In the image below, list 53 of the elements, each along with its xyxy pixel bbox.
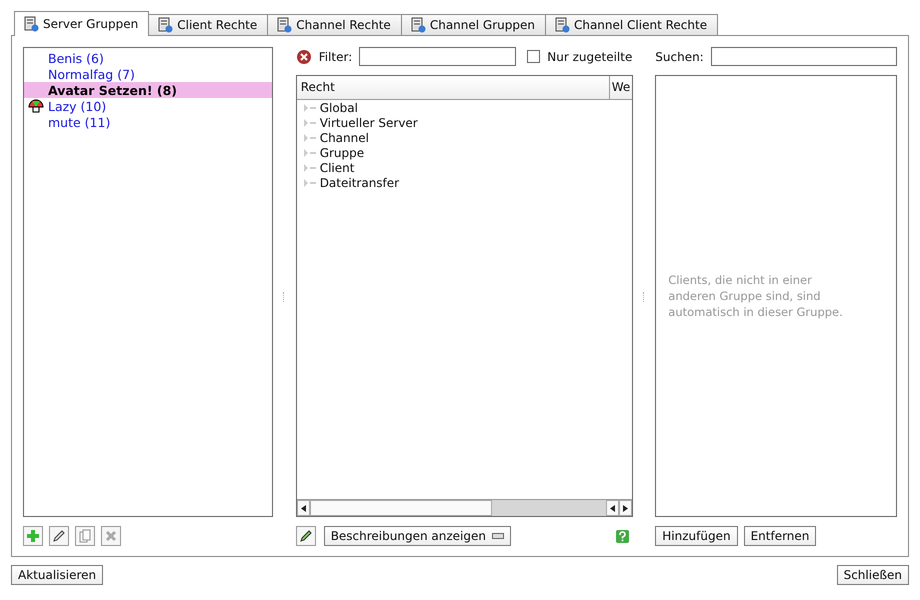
tab[interactable]: Server Gruppen xyxy=(14,11,150,36)
document-check-icon xyxy=(157,17,174,33)
expand-arrow-icon[interactable] xyxy=(302,178,317,188)
footer-button[interactable]: Aktualisieren xyxy=(11,565,104,585)
horizontal-scrollbar[interactable] xyxy=(296,499,632,516)
document-check-icon xyxy=(23,16,39,32)
pencil-icon[interactable] xyxy=(296,526,316,546)
group-item[interactable]: Lazy (10) xyxy=(24,98,272,114)
footer-button[interactable]: Schließen xyxy=(836,565,909,585)
group-item[interactable]: Benis (6) xyxy=(24,50,272,66)
help-icon[interactable] xyxy=(616,530,630,542)
delete-icon[interactable] xyxy=(101,526,121,546)
tab[interactable]: Channel Gruppen xyxy=(400,14,546,35)
tree-item[interactable]: Dateitransfer xyxy=(320,176,400,190)
client-button[interactable]: Hinzufügen xyxy=(655,526,738,546)
filter-label: Filter: xyxy=(318,50,352,64)
clear-filter-icon[interactable] xyxy=(296,48,312,65)
tree-item[interactable]: Virtueller Server xyxy=(320,116,418,130)
scroll-left-icon[interactable] xyxy=(300,504,306,512)
mushroom-icon xyxy=(28,98,44,114)
expand-arrow-icon[interactable] xyxy=(302,148,317,158)
tree-item[interactable]: Gruppe xyxy=(320,146,364,160)
search-field[interactable] xyxy=(710,47,897,66)
add-icon[interactable] xyxy=(23,526,43,546)
pencil-icon[interactable] xyxy=(49,526,69,546)
copy-icon[interactable] xyxy=(75,526,95,546)
tree-item[interactable]: Client xyxy=(320,161,354,176)
document-check-icon xyxy=(554,17,570,33)
tab[interactable]: Client Rechte xyxy=(148,14,268,35)
group-item[interactable]: mute (11) xyxy=(24,114,272,130)
scroll-left-icon[interactable] xyxy=(610,504,616,512)
client-button[interactable]: Entfernen xyxy=(744,526,816,546)
expand-arrow-icon[interactable] xyxy=(302,118,317,128)
checkbox-label: Nur zugeteilte xyxy=(547,50,632,64)
filter-field[interactable] xyxy=(359,47,516,66)
expand-arrow-icon[interactable] xyxy=(302,163,317,174)
show-descriptions-button[interactable]: Beschreibungen anzeigen xyxy=(324,526,511,546)
tab[interactable]: Channel Client Rechte xyxy=(544,14,718,35)
expand-arrow-icon[interactable] xyxy=(302,133,317,144)
tree-item[interactable]: Global xyxy=(320,101,358,116)
tab[interactable]: Channel Rechte xyxy=(267,14,402,35)
empty-note: Clients, die nicht in einer anderen Gruppe sind, sind automatisch in dieser Gruppe. xyxy=(668,272,844,320)
column-header[interactable]: We xyxy=(610,76,632,99)
group-item[interactable]: Normalfag (7) xyxy=(24,66,272,82)
tree-item[interactable]: Channel xyxy=(320,131,369,146)
expand-arrow-icon[interactable] xyxy=(302,103,317,114)
document-check-icon xyxy=(276,17,292,33)
scroll-right-icon[interactable] xyxy=(623,504,628,512)
search-label: Suchen: xyxy=(655,50,704,64)
group-item[interactable]: Avatar Setzen! (8) xyxy=(24,82,272,98)
checkbox[interactable] xyxy=(527,50,540,64)
document-check-icon xyxy=(410,17,426,33)
column-header[interactable]: Recht xyxy=(296,76,610,99)
